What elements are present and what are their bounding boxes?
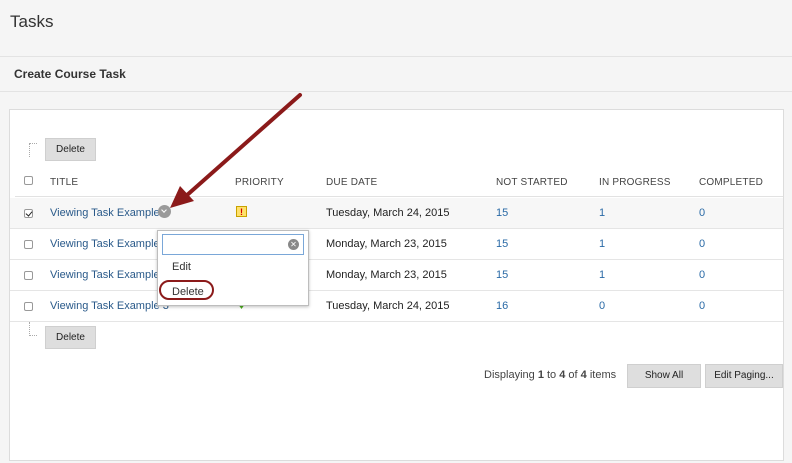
- annotation-arrow-icon: [170, 93, 302, 208]
